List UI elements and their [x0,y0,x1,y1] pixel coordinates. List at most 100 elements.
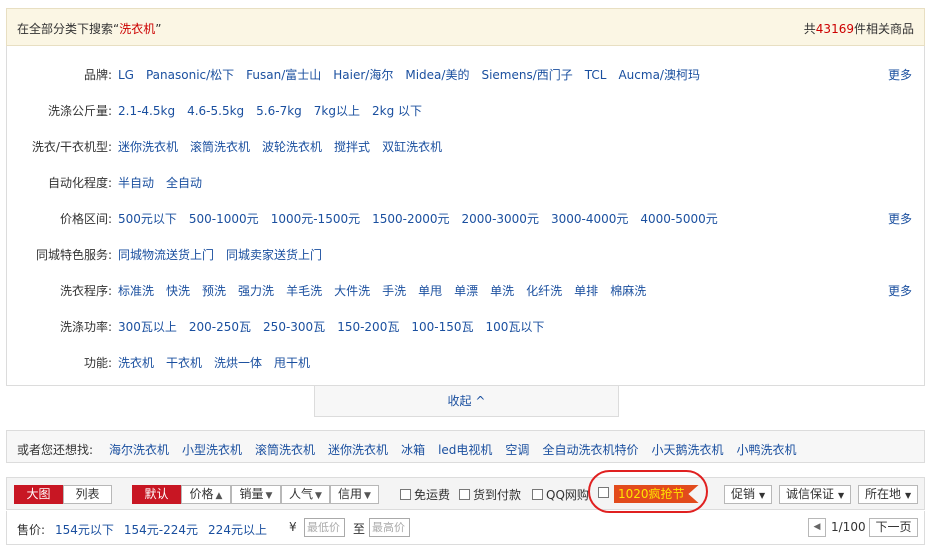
filter-option[interactable]: 全自动 [166,176,202,190]
sort-sales-button[interactable]: 销量 ▼ [231,485,281,504]
checkbox-icon[interactable] [532,489,543,500]
cod-label: 货到付款 [473,488,522,502]
prev-page-button[interactable]: ◀ [808,518,826,537]
filter-row: 品牌: LG Panasonic/松下 Fusan/富士山 Haier/海尔 Midea/… [7,64,924,84]
price-range-link[interactable]: 154元-224元 [124,523,198,537]
filter-option[interactable]: 同城卖家送货上门 [226,248,322,262]
filter-option[interactable]: 搅拌式 [334,140,370,154]
related-search-link[interactable]: 海尔洗衣机 [109,443,169,457]
filter-option[interactable]: 500-1000元 [189,212,259,226]
sort-price-button[interactable]: 价格 ▲ [181,485,231,504]
filter-option[interactable]: 半自动 [118,176,154,190]
filter-option[interactable]: 迷你洗衣机 [118,140,178,154]
related-search-link[interactable]: 小鸭洗衣机 [736,443,796,457]
price-range-link[interactable]: 154元以下 [55,523,114,537]
filter-option[interactable]: 化纤洗 [526,284,562,298]
filter-option[interactable]: 单排 [574,284,598,298]
filter-option[interactable]: Panasonic/松下 [146,68,234,82]
max-price-input[interactable]: 最高价 [369,518,410,537]
filter-option[interactable]: 3000-4000元 [551,212,628,226]
filter-option[interactable]: LG [118,68,134,82]
filter-option[interactable]: 洗烘一体 [214,356,262,370]
checkbox-icon[interactable] [400,489,411,500]
filter-more-link[interactable]: 更多 [888,210,912,227]
filter-option[interactable]: 1000元-1500元 [271,212,360,226]
filter-option[interactable]: 5.6-7kg [256,104,302,118]
filter-option[interactable]: 2000-3000元 [462,212,539,226]
location-dropdown[interactable]: 所在地 ▼ [858,485,919,504]
sort-popularity-button[interactable]: 人气 ▼ [281,485,330,504]
promotion-dropdown[interactable]: 促销 ▼ [724,485,773,504]
filter-option[interactable]: 羊毛洗 [286,284,322,298]
filter-options: 300瓦以上 200-250瓦 250-300瓦 150-200瓦 100-150瓦 10… [118,318,556,335]
related-search-link[interactable]: 小型洗衣机 [182,443,242,457]
filter-option[interactable]: Aucma/澳柯玛 [618,68,700,82]
filter-option[interactable]: 甩干机 [274,356,310,370]
related-search-link[interactable]: 小天鹅洗衣机 [651,443,723,457]
guarantee-dropdown[interactable]: 诚信保证 ▼ [779,485,852,504]
price-options: 154元以下 154元-224元 224元以上 [55,521,277,538]
sort-default-label: 默认 [144,487,169,501]
filter-option[interactable]: Haier/海尔 [333,68,393,82]
filter-option[interactable]: 单漂 [454,284,478,298]
checkbox-icon[interactable] [459,489,470,500]
filter-option[interactable]: 标准洗 [118,284,154,298]
filter-option[interactable]: 同城物流送货上门 [118,248,214,262]
free-shipping-label: 免运费 [414,488,451,502]
sort-credit-button[interactable]: 信用 ▼ [330,485,379,504]
free-shipping-checkbox[interactable]: 免运费 [400,486,450,503]
cod-checkbox[interactable]: 货到付款 [459,486,521,503]
filter-option[interactable]: 2kg 以下 [372,104,422,118]
min-price-input[interactable]: 最低价 [304,518,345,537]
related-search-link[interactable]: 冰箱 [401,443,425,457]
filter-option[interactable]: Midea/美的 [405,68,469,82]
filter-option[interactable]: 300瓦以上 [118,320,177,334]
filter-option[interactable]: 洗衣机 [118,356,154,370]
filter-more-link[interactable]: 更多 [888,282,912,299]
filter-option[interactable]: Fusan/富士山 [246,68,321,82]
filter-option[interactable]: TCL [585,68,607,82]
price-range-link[interactable]: 224元以上 [208,523,267,537]
collapse-filters-button[interactable]: 收起 ^ [314,386,619,417]
filter-option[interactable]: 单甩 [418,284,442,298]
view-list-button[interactable]: 列表 [63,485,112,504]
filter-option[interactable]: 250-300瓦 [263,320,325,334]
filter-option[interactable]: 手洗 [382,284,406,298]
sort-price-label: 价格 [189,487,214,501]
filter-option[interactable]: 棉麻洗 [610,284,646,298]
related-search-link[interactable]: 空调 [505,443,529,457]
filter-option[interactable]: 单洗 [490,284,514,298]
view-grid-button[interactable]: 大图 [14,485,63,504]
filter-option[interactable]: 强力洗 [238,284,274,298]
related-search-link[interactable]: 滚筒洗衣机 [255,443,315,457]
filter-option[interactable]: 500元以下 [118,212,177,226]
filter-option[interactable]: 滚筒洗衣机 [190,140,250,154]
next-page-button[interactable]: 下一页 [869,518,918,537]
filter-option[interactable]: Siemens/西门子 [481,68,572,82]
filter-option[interactable]: 150-200瓦 [337,320,399,334]
filter-option[interactable]: 干衣机 [166,356,202,370]
filter-option[interactable]: 4.6-5.5kg [187,104,244,118]
related-search-link[interactable]: 全自动洗衣机特价 [542,443,638,457]
related-search-link[interactable]: 迷你洗衣机 [328,443,388,457]
arrow-down-icon: ▼ [364,491,371,501]
filter-option[interactable]: 100瓦以下 [485,320,544,334]
filter-option[interactable]: 波轮洗衣机 [262,140,322,154]
filter-option[interactable]: 100-150瓦 [411,320,473,334]
related-search-link[interactable]: led电视机 [438,443,492,457]
filter-option[interactable]: 200-250瓦 [189,320,251,334]
filter-option[interactable]: 4000-5000元 [640,212,717,226]
promotion-dropdown-label: 促销 [731,487,756,501]
sort-default-button[interactable]: 默认 [132,485,181,504]
filter-option[interactable]: 双缸洗衣机 [382,140,442,154]
filter-option[interactable]: 1500-2000元 [372,212,449,226]
collapse-label: 收起 [447,394,472,408]
filter-option[interactable]: 7kg以上 [314,104,360,118]
filter-option[interactable]: 2.1-4.5kg [118,104,175,118]
filter-label: 洗衣程序: [59,284,112,298]
filter-option[interactable]: 预洗 [202,284,226,298]
filter-option[interactable]: 大件洗 [334,284,370,298]
qq-shopping-checkbox[interactable]: QQ网购 [532,486,589,503]
filter-more-link[interactable]: 更多 [888,66,912,83]
filter-option[interactable]: 快洗 [166,284,190,298]
